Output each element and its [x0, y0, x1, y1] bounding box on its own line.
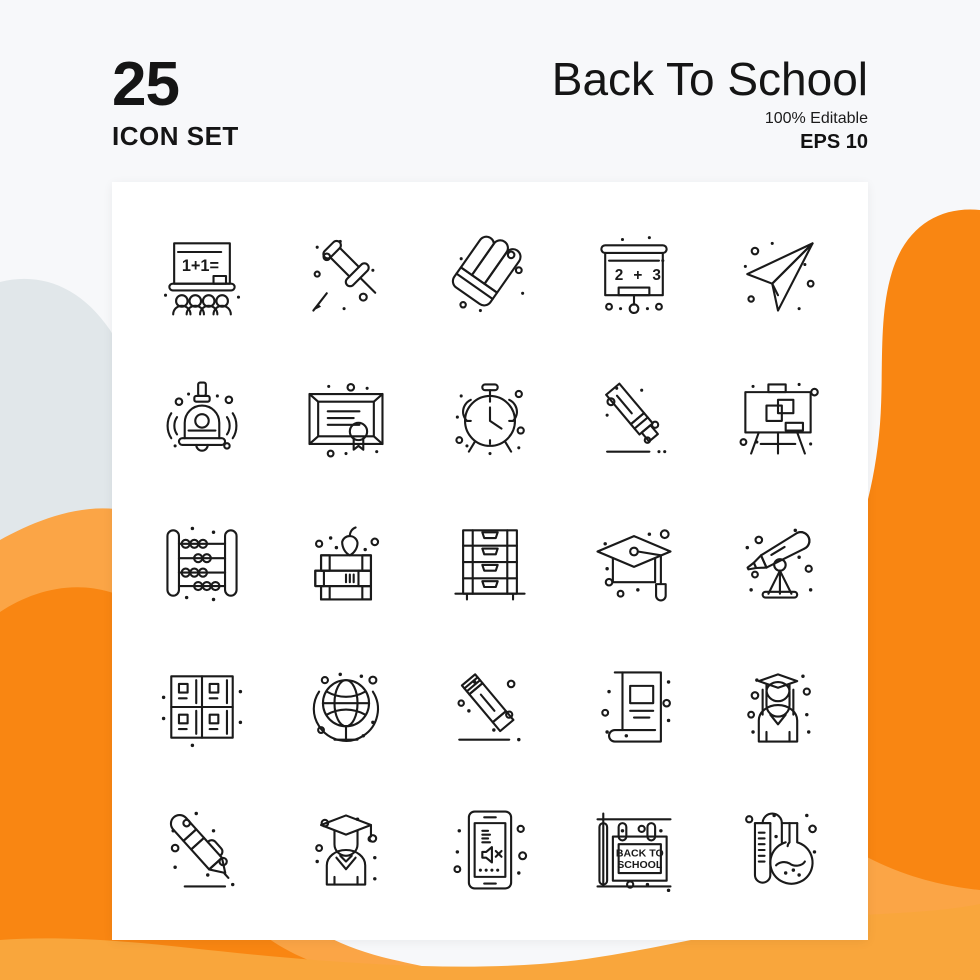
- books-apple-icon: [314, 526, 380, 601]
- icon-cell-blackboard-classroom[interactable]: 1+1=: [130, 204, 274, 348]
- icon-cell-back-to-school-sign[interactable]: BACK TO SCHOOL: [562, 778, 706, 922]
- icon-cell-paper-plane[interactable]: [706, 204, 850, 348]
- icon-cell-school-bell[interactable]: [130, 348, 274, 492]
- icon-cell-male-graduate[interactable]: [274, 778, 418, 922]
- icon-cell-female-graduate[interactable]: [706, 635, 850, 779]
- back-to-school-sign-icon: BACK TO SCHOOL: [596, 812, 672, 893]
- paper-plane-icon: [743, 241, 815, 312]
- school-bell-icon: [166, 381, 238, 453]
- icon-cell-telescope[interactable]: [706, 491, 850, 635]
- format-note: EPS 10: [800, 131, 868, 153]
- icon-cell-abacus[interactable]: [130, 491, 274, 635]
- easel-board-icon: [739, 383, 819, 456]
- icon-cell-highlighter-marker[interactable]: [562, 348, 706, 492]
- highlighter-marker-icon: [605, 382, 667, 454]
- icon-cell-shuttlecock[interactable]: [418, 204, 562, 348]
- pen-writing-icon: [169, 811, 235, 888]
- drawer-cabinet-icon: [454, 529, 526, 601]
- icon-cell-drawer-cabinet[interactable]: [418, 491, 562, 635]
- graduation-cap-icon: [596, 529, 672, 602]
- sign-text-line-2: SCHOOL: [617, 859, 663, 871]
- push-pin-icon: [312, 239, 377, 312]
- presentation-board-icon: 2 + 3: [600, 235, 668, 314]
- shuttlecock-icon: [451, 235, 525, 312]
- icon-cell-certificate[interactable]: [274, 348, 418, 492]
- male-graduate-icon: [315, 814, 378, 886]
- icon-grid: 1+1= 2 + 3 BACK TO SCHOOL: [112, 182, 868, 940]
- blackboard-classroom-icon: 1+1=: [163, 242, 241, 316]
- sign-text-line-1: BACK TO: [616, 848, 664, 860]
- icon-cell-presentation-board[interactable]: 2 + 3: [562, 204, 706, 348]
- icon-cell-easel-board[interactable]: [706, 348, 850, 492]
- icon-cell-lab-flask[interactable]: [706, 778, 850, 922]
- icon-cell-lockers[interactable]: [130, 635, 274, 779]
- icon-cell-pen-writing[interactable]: [130, 778, 274, 922]
- page-title: Back To School: [551, 53, 868, 105]
- header: 25 ICON SET Back To School 100% Editable…: [0, 0, 980, 182]
- textbook-icon: [601, 670, 671, 743]
- lab-flask-icon: [745, 812, 817, 885]
- telescope-icon: [745, 528, 813, 599]
- certificate-icon: [308, 383, 384, 458]
- lockers-icon: [161, 674, 243, 747]
- header-right: Back To School 100% Editable EPS 10: [552, 56, 868, 154]
- blackboard-equation: 1+1=: [182, 257, 219, 275]
- icon-cell-graduation-cap[interactable]: [562, 491, 706, 635]
- editable-note: 100% Editable: [764, 110, 868, 127]
- icon-cell-phone-silent[interactable]: [418, 778, 562, 922]
- presentation-equation: 2 + 3: [615, 267, 664, 284]
- icon-set-caption: ICON SET: [112, 120, 239, 151]
- phone-silent-icon: [453, 810, 528, 890]
- icon-cell-push-pin[interactable]: [274, 204, 418, 348]
- icon-cell-textbook[interactable]: [562, 635, 706, 779]
- icon-cell-alarm-clock[interactable]: [418, 348, 562, 492]
- alarm-clock-icon: [455, 383, 525, 456]
- icon-count: 25: [112, 50, 180, 119]
- globe-stand-icon: [312, 672, 380, 742]
- abacus-icon: [166, 526, 238, 602]
- icon-cell-pencil-eraser[interactable]: [418, 635, 562, 779]
- female-graduate-icon: [747, 672, 811, 743]
- pencil-eraser-icon: [457, 672, 521, 741]
- header-left: 25 ICON SET: [112, 50, 239, 152]
- icon-cell-books-apple[interactable]: [274, 491, 418, 635]
- icon-cell-globe-stand[interactable]: [274, 635, 418, 779]
